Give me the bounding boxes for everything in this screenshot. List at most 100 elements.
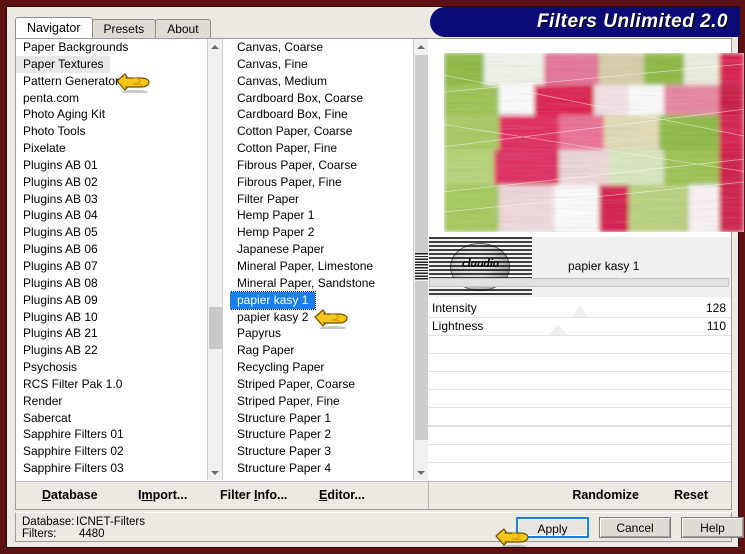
list-item[interactable]: Structure Paper 3 [230,443,427,460]
list-item[interactable]: RCS Filter Pak 1.0 [16,376,216,393]
filters-status-label: Filters: [22,528,57,540]
list-item[interactable]: Pixelate [16,140,216,157]
list-item[interactable]: Hemp Paper 1 [230,207,427,224]
list-item[interactable]: Structure Paper 2 [230,426,427,443]
list-item[interactable]: Japanese Paper [230,241,427,258]
slider-row-empty [428,354,731,372]
list-item[interactable]: Sapphire Filters 03 [16,460,216,477]
slider-value: 110 [706,319,726,333]
slider-row-intensity[interactable]: Intensity 128 [428,300,731,318]
filter-list-scrollbar[interactable] [413,39,428,480]
list-item[interactable]: Photo Aging Kit [16,106,216,123]
list-item[interactable]: Plugins AB 04 [16,207,216,224]
randomize-button[interactable]: Randomize [572,488,639,502]
list-item[interactable]: Psychosis [16,359,216,376]
cancel-button[interactable]: Cancel [599,517,671,538]
list-item[interactable]: Plugins AB 22 [16,342,216,359]
database-status-label: Database: [22,516,75,528]
slider-handle[interactable] [549,324,568,335]
list-item[interactable]: Canvas, Fine [230,56,427,73]
list-item[interactable]: penta.com [16,90,216,107]
tab-navigator[interactable]: Navigator [15,17,93,38]
list-item[interactable]: Canvas, Medium [230,73,427,90]
slider-row-empty [428,390,731,408]
category-list[interactable]: Paper Backgrounds Paper Textures Pattern G… [16,39,216,480]
list-item[interactable]: Plugins AB 05 [16,224,216,241]
window-frame: Filters Unlimited 2.0 Navigator Presets … [6,6,744,549]
filter-list[interactable]: Canvas, Coarse Canvas, Fine Canvas, Medium… [230,39,427,480]
list-item[interactable]: Cardboard Box, Fine [230,106,427,123]
list-item[interactable]: Cotton Paper, Coarse [230,123,427,140]
list-item[interactable]: Plugins AB 10 [16,309,216,326]
parameter-sliders: Intensity 128 Lightness 110 [428,300,731,466]
list-item[interactable]: Fibrous Paper, Coarse [230,157,427,174]
list-item[interactable]: Filter Paper [230,191,427,208]
list-item[interactable]: Canvas, Coarse [230,39,427,56]
list-item[interactable]: Pattern Generators [16,73,216,90]
help-button[interactable]: Help [681,517,744,538]
scrollbar-artifact [415,253,428,281]
database-status-value: ICNET-Filters [76,516,145,528]
preview-image[interactable] [444,53,744,232]
selected-filter-name: papier kasy 1 [568,259,640,273]
preview-texture-icon [444,53,744,232]
list-item[interactable]: Paper Textures [16,55,110,73]
slider-row-empty [428,336,731,354]
list-item[interactable]: Plugins AB 01 [16,157,216,174]
database-button[interactable]: DDatabaseatabase [42,488,98,502]
category-list-scrollbar[interactable] [207,39,222,480]
tab-navigator-label: Navigator [27,21,81,35]
app-title: Filters Unlimited 2.0 [536,11,728,32]
list-item[interactable]: Striped Paper, Fine [230,393,427,410]
list-item[interactable]: papier kasy 2 [230,309,427,326]
list-item[interactable]: Plugins AB 08 [16,275,216,292]
list-item[interactable]: Sapphire Filters 01 [16,426,216,443]
list-item[interactable]: Mineral Paper, Limestone [230,258,427,275]
list-item[interactable]: Fibrous Paper, Fine [230,174,427,191]
list-item[interactable]: Papyrus [230,325,427,342]
app-root: Filters Unlimited 2.0 Navigator Presets … [0,0,745,554]
filter-info-button[interactable]: Filter Info... [220,488,287,502]
preview-panel: claudia papier kasy 1 Intensity 128 Ligh… [428,39,744,480]
scrollbar-thumb[interactable] [209,307,222,349]
scroll-up-icon[interactable] [208,39,222,54]
list-item[interactable]: Structure Paper 1 [230,410,427,427]
tab-about[interactable]: About [155,19,211,38]
list-item[interactable]: Plugins AB 21 [16,325,216,342]
list-item[interactable]: Sabercat [16,410,216,427]
list-item[interactable]: Sapphire Filters 02 [16,443,216,460]
tab-presets[interactable]: Presets [91,19,157,38]
slider-row-lightness[interactable]: Lightness 110 [428,318,731,336]
reset-button[interactable]: Reset [674,488,708,502]
list-item[interactable]: Render [16,393,216,410]
client-panel: Paper Backgrounds Paper Textures Pattern G… [15,38,744,510]
import-button[interactable]: Import... [138,488,187,502]
list-item[interactable]: Plugins AB 02 [16,174,216,191]
editor-button[interactable]: Editor... [319,488,365,502]
slider-handle[interactable] [570,306,589,317]
watermark-thumbnail: claudia [429,237,532,297]
list-item[interactable]: Plugins AB 06 [16,241,216,258]
slider-row-empty [428,427,731,445]
list-item[interactable]: Photo Tools [16,123,216,140]
scroll-up-icon[interactable] [414,39,428,54]
list-item[interactable]: Paper Backgrounds [16,39,216,56]
list-item[interactable]: Striped Paper, Coarse [230,376,427,393]
list-item[interactable]: Plugins AB 07 [16,258,216,275]
list-item[interactable]: Rag Paper [230,342,427,359]
list-item[interactable]: Mineral Paper, Sandstone [230,275,427,292]
list-item[interactable]: Hemp Paper 2 [230,224,427,241]
scroll-down-icon[interactable] [208,465,222,480]
list-item[interactable]: Plugins AB 09 [16,292,216,309]
command-bar: DDatabaseatabase Import... Filter Info..… [16,481,731,509]
list-item[interactable]: papier kasy 1 [230,290,317,310]
scroll-down-icon[interactable] [414,465,428,480]
thumbnail-row: claudia papier kasy 1 [428,237,731,297]
list-item[interactable]: Recycling Paper [230,359,427,376]
scrollbar-thumb[interactable] [415,55,428,440]
list-item[interactable]: Structure Paper 4 [230,460,427,477]
list-item[interactable]: Cardboard Box, Coarse [230,90,427,107]
list-item[interactable]: Cotton Paper, Fine [230,140,427,157]
apply-button[interactable]: Apply [516,517,589,538]
list-item[interactable]: Plugins AB 03 [16,191,216,208]
